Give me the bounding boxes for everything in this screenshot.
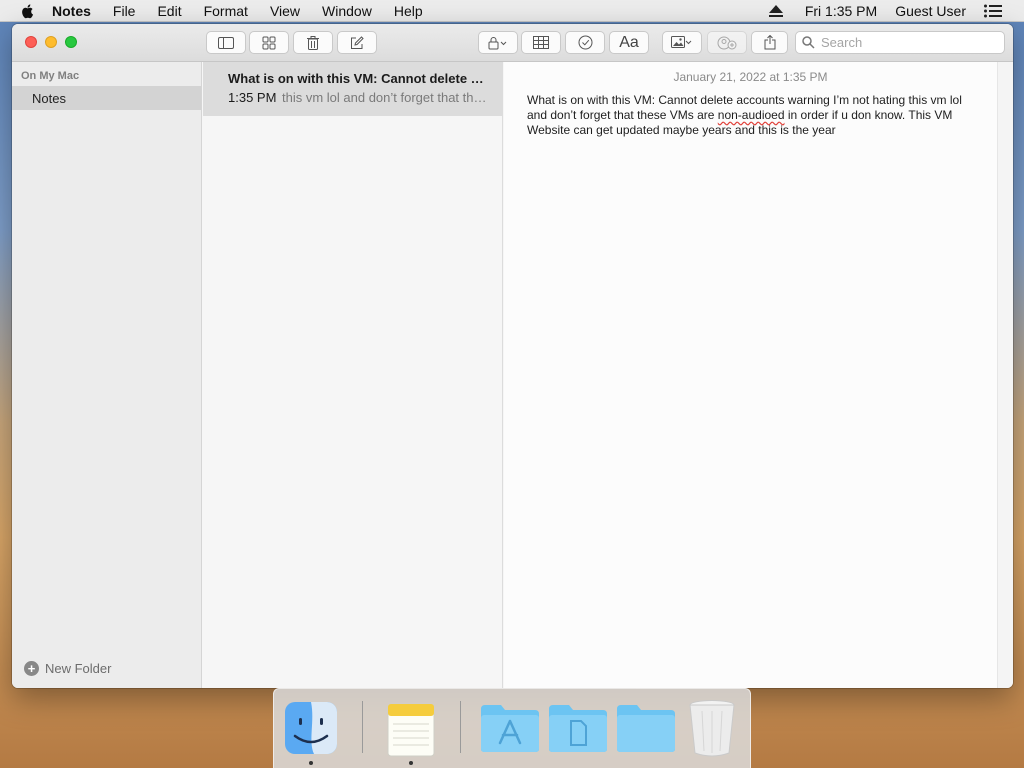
plus-circle-icon: + (24, 661, 39, 676)
checklist-button[interactable] (565, 31, 605, 54)
note-date: January 21, 2022 at 1:35 PM (673, 70, 828, 84)
dock (273, 688, 751, 768)
note-editor[interactable]: January 21, 2022 at 1:35 PM What is on w… (504, 62, 997, 688)
search-input[interactable] (821, 35, 991, 50)
notes-app-icon[interactable] (384, 701, 438, 762)
checkmark-circle-icon (578, 35, 592, 50)
finder-running-indicator (309, 761, 313, 765)
menu-file[interactable]: File (113, 3, 136, 19)
add-people-icon (717, 36, 737, 49)
note-body[interactable]: What is on with this VM: Cannot delete a… (527, 93, 982, 138)
apple-menu-icon[interactable] (20, 3, 36, 19)
new-folder-button[interactable]: + New Folder (24, 661, 111, 676)
new-folder-label: New Folder (45, 661, 112, 676)
menu-bar: Notes File Edit Format View Window Help … (0, 0, 1024, 22)
photo-icon (671, 36, 692, 48)
close-button[interactable] (25, 36, 37, 48)
menubar-clock[interactable]: Fri 1:35 PM (805, 3, 877, 19)
table-button[interactable] (521, 31, 561, 54)
window-toolbar: Aa (12, 24, 1013, 62)
menu-view[interactable]: View (270, 3, 300, 19)
table-icon (533, 36, 549, 49)
menu-format[interactable]: Format (204, 3, 248, 19)
note-list: What is on with this VM: Cannot delete a… (203, 62, 503, 688)
misspelled-word[interactable]: non-audioed (718, 108, 785, 122)
trash-icon[interactable] (688, 699, 736, 762)
compose-icon (351, 35, 364, 49)
menubar-user[interactable]: Guest User (895, 3, 966, 19)
menu-app-name[interactable]: Notes (52, 3, 91, 19)
dock-separator (362, 701, 363, 753)
applications-folder-icon[interactable] (479, 703, 541, 758)
notes-running-indicator (409, 761, 413, 765)
toggle-sidebar-button[interactable] (206, 31, 246, 54)
menu-help[interactable]: Help (394, 3, 423, 19)
note-title: What is on with this VM: Cannot delete a… (228, 71, 490, 86)
search-icon (802, 36, 815, 49)
menu-edit[interactable]: Edit (157, 3, 181, 19)
documents-folder-icon[interactable] (547, 703, 609, 758)
lock-icon (488, 36, 507, 49)
downloads-folder-icon[interactable] (615, 703, 677, 758)
lock-note-button[interactable] (478, 31, 518, 54)
notes-window: Aa On My Mac Notes + New Folder What is … (12, 24, 1013, 688)
editor-scroll-gutter[interactable] (997, 62, 1013, 688)
dock-separator (460, 701, 461, 753)
menu-window[interactable]: Window (322, 3, 372, 19)
minimize-button[interactable] (45, 36, 57, 48)
add-media-button[interactable] (662, 31, 702, 54)
gallery-view-button[interactable] (249, 31, 289, 54)
share-button[interactable] (751, 31, 788, 54)
notification-center-icon[interactable] (984, 4, 1002, 18)
note-preview: this vm lol and don’t forget that these … (282, 90, 490, 105)
compose-note-button[interactable] (337, 31, 377, 54)
sidebar-item-notes[interactable]: Notes (12, 86, 201, 110)
add-people-button[interactable] (707, 31, 747, 54)
list-item[interactable]: What is on with this VM: Cannot delete a… (203, 62, 503, 116)
grid-icon (262, 36, 276, 49)
share-icon (764, 35, 775, 50)
delete-note-button[interactable] (293, 31, 333, 54)
eject-icon[interactable] (768, 5, 783, 17)
maximize-button[interactable] (65, 36, 77, 48)
format-button[interactable]: Aa (609, 31, 649, 54)
finder-icon[interactable] (284, 701, 338, 760)
search-field[interactable] (795, 31, 1005, 54)
sidebar-section-header: On My Mac (21, 70, 80, 82)
folders-sidebar: On My Mac Notes + New Folder (12, 62, 202, 688)
sidebar-icon (218, 36, 234, 49)
trash-icon (307, 35, 319, 50)
note-time: 1:35 PM (228, 90, 277, 105)
